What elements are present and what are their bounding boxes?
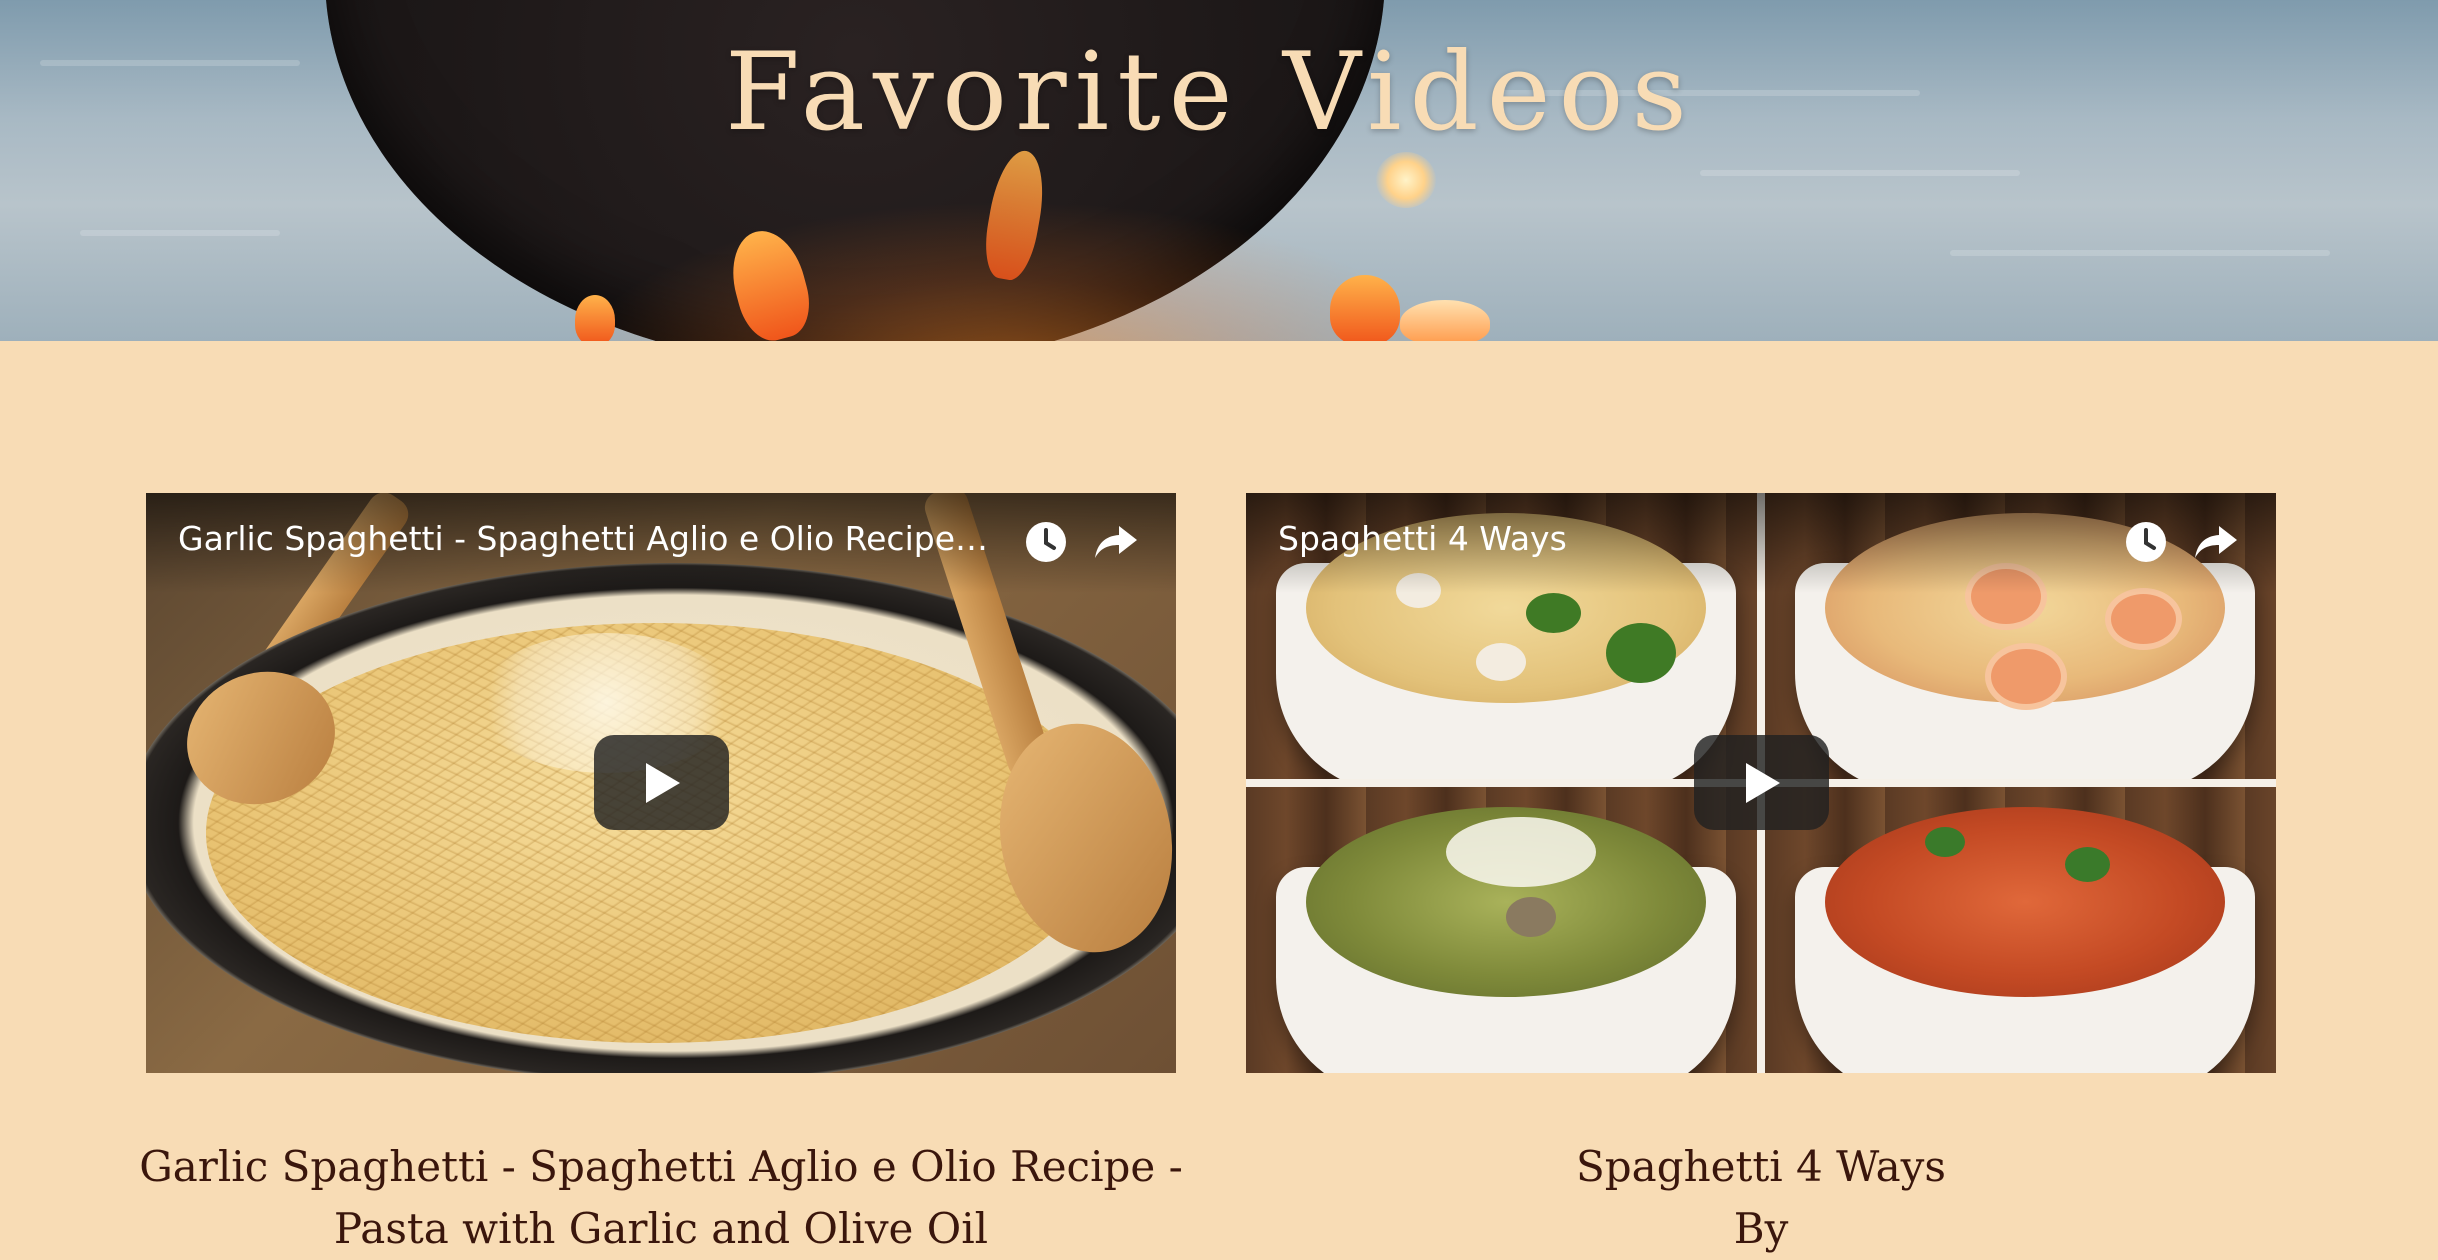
- chicken: [1476, 643, 1526, 681]
- parmesan: [1446, 817, 1596, 887]
- hero-banner: Favorite Videos: [0, 0, 2438, 341]
- water-reflection: [80, 230, 280, 236]
- play-button[interactable]: [594, 735, 729, 830]
- share-arrow-icon[interactable]: [1089, 515, 1143, 569]
- share-arrow-icon[interactable]: [2189, 515, 2243, 569]
- parsley: [1925, 827, 1965, 857]
- broccoli: [1526, 593, 1581, 633]
- water-reflection: [1950, 250, 2330, 256]
- pasta: [1825, 807, 2225, 997]
- video-caption: Spaghetti 4 Ways By: [1201, 1136, 2321, 1260]
- parsley: [2065, 847, 2110, 882]
- video-embed-spaghetti-4-ways[interactable]: Spaghetti 4 Ways: [1246, 493, 2276, 1073]
- mushroom: [1506, 897, 1556, 937]
- broccoli: [1606, 623, 1676, 683]
- clock-icon[interactable]: [2119, 515, 2173, 569]
- water-reflection: [1700, 170, 2020, 176]
- shrimp: [1985, 643, 2067, 710]
- page-title: Favorite Videos: [725, 30, 1695, 155]
- play-button[interactable]: [1694, 735, 1829, 830]
- video-caption: Garlic Spaghetti - Spaghetti Aglio e Oli…: [101, 1136, 1221, 1260]
- clock-icon[interactable]: [1019, 515, 1073, 569]
- video-title[interactable]: Spaghetti 4 Ways: [1278, 519, 2098, 558]
- shrimp: [2105, 588, 2182, 650]
- thumbnail-quadrant-bolognese: [1765, 787, 2276, 1073]
- video-caption-text: Spaghetti 4 Ways: [1576, 1142, 1946, 1191]
- video-embed-garlic-spaghetti[interactable]: Garlic Spaghetti - Spaghetti Aglio e Oli…: [146, 493, 1176, 1073]
- light-reflection: [1376, 152, 1436, 208]
- video-title[interactable]: Garlic Spaghetti - Spaghetti Aglio e Oli…: [178, 519, 998, 558]
- video-caption-text: Garlic Spaghetti - Spaghetti Aglio e Oli…: [139, 1142, 1183, 1253]
- flame: [1400, 300, 1490, 341]
- thumbnail-quadrant-pesto-mushroom: [1246, 787, 1757, 1073]
- play-icon: [1745, 762, 1780, 803]
- video-caption-byline: By: [1733, 1204, 1789, 1253]
- flame: [1330, 275, 1400, 341]
- play-icon: [645, 762, 680, 803]
- flame: [575, 295, 615, 341]
